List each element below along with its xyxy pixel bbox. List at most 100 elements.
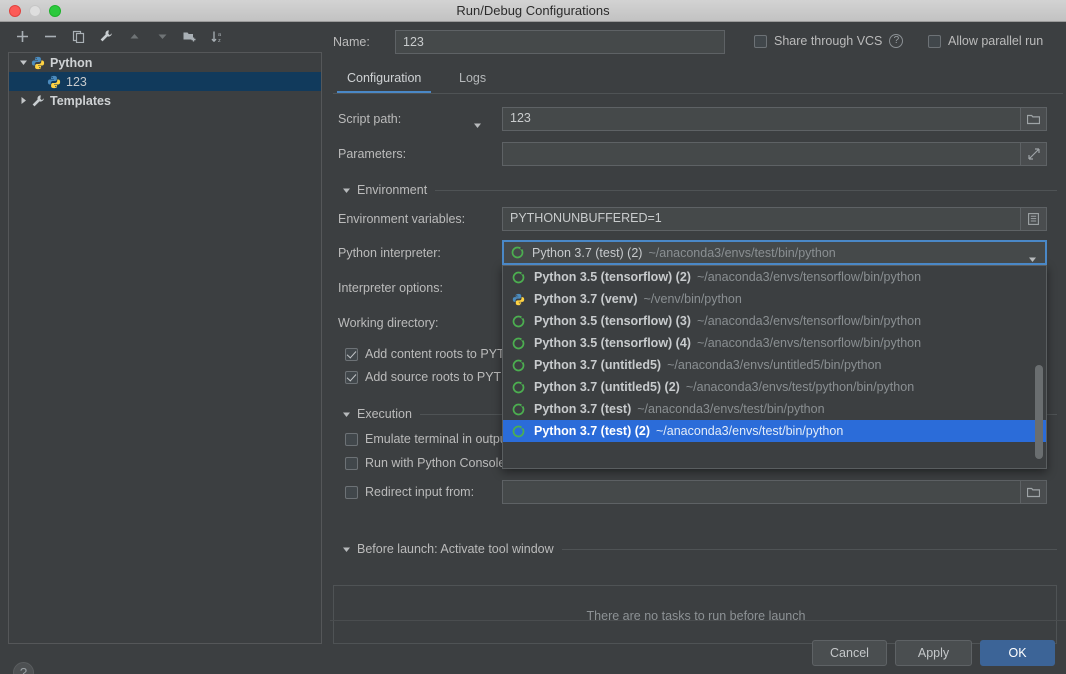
before-launch-section-header[interactable]: Before launch: Activate tool window <box>342 542 1057 556</box>
dropdown-item-name: Python 3.7 (venv) <box>534 292 638 306</box>
dropdown-item-path: ~/anaconda3/envs/tensorflow/bin/python <box>696 314 922 328</box>
configuration-tree[interactable]: Python 123 Templates <box>8 52 322 644</box>
share-through-vcs-checkbox[interactable]: Share through VCS ? <box>754 34 904 48</box>
twisty-right-icon[interactable] <box>15 96 31 105</box>
python-interpreter-combo[interactable]: Python 3.7 (test) (2) ~/anaconda3/envs/t… <box>502 240 1047 265</box>
dropdown-item-path: ~/anaconda3/envs/test/python/bin/python <box>685 380 915 394</box>
dropdown-item[interactable]: Python 3.7 (untitled5) ~/anaconda3/envs/… <box>503 354 1046 376</box>
name-input[interactable]: 123 <box>395 30 725 54</box>
working-directory-label: Working directory: <box>338 316 439 330</box>
run-debug-configurations-dialog: Run/Debug Configurations a z Python 123 … <box>0 0 1066 674</box>
run-with-python-console-label: Run with Python Console <box>365 456 506 470</box>
tree-item-label: Templates <box>50 93 111 108</box>
redirect-input-label: Redirect input from: <box>365 485 475 499</box>
dropdown-item-path: ~/anaconda3/envs/tensorflow/bin/python <box>696 270 922 284</box>
redirect-input-path-input[interactable] <box>502 480 1021 504</box>
conda-env-icon <box>511 337 526 350</box>
dropdown-item[interactable]: Python 3.7 (test) ~/anaconda3/envs/test/… <box>503 398 1046 420</box>
python-interpreter-selected-name: Python 3.7 (test) (2) <box>532 245 643 260</box>
redirect-input-browse-button[interactable] <box>1021 480 1047 504</box>
script-path-browse-button[interactable] <box>1021 107 1047 131</box>
environment-variables-edit-button[interactable] <box>1021 207 1047 231</box>
sort-button[interactable]: a z <box>204 24 232 48</box>
editor-tabs: Configuration Logs <box>333 66 1063 93</box>
dropdown-item[interactable]: Python 3.5 (tensorflow) (4) ~/anaconda3/… <box>503 332 1046 354</box>
dropdown-scrollbar-thumb[interactable] <box>1035 365 1043 459</box>
script-path-input[interactable]: 123 <box>502 107 1021 131</box>
dropdown-item-path: ~/anaconda3/envs/test/bin/python <box>637 402 825 416</box>
environment-variables-label: Environment variables: <box>338 212 466 226</box>
new-folder-button[interactable] <box>176 24 204 48</box>
dropdown-item-path: ~/anaconda3/envs/test/bin/python <box>656 424 844 438</box>
dropdown-item[interactable]: Python 3.5 (tensorflow) (2) ~/anaconda3/… <box>503 266 1046 288</box>
apply-button[interactable]: Apply <box>895 640 972 666</box>
chevron-down-icon[interactable] <box>1028 251 1037 269</box>
tab-configuration[interactable]: Configuration <box>337 66 432 93</box>
python-interpreter-selected-path: ~/anaconda3/envs/test/bin/python <box>648 245 836 260</box>
checkbox-box[interactable] <box>345 456 358 470</box>
dropdown-item[interactable]: Python 3.7 (untitled5) (2) ~/anaconda3/e… <box>503 376 1046 398</box>
environment-variables-input[interactable]: PYTHONUNBUFFERED=1 <box>502 207 1021 231</box>
section-collapse-chevron-down-icon[interactable] <box>342 545 351 554</box>
twisty-down-icon[interactable] <box>15 58 31 67</box>
configuration-editor: Name: 123 Share through VCS ? Allow para… <box>330 22 1066 674</box>
redirect-input-checkbox[interactable]: Redirect input from: <box>345 485 474 499</box>
before-launch-task-list[interactable]: There are no tasks to run before launch <box>333 585 1057 644</box>
parameters-expand-button[interactable] <box>1021 142 1047 166</box>
checkbox-box[interactable] <box>345 370 358 384</box>
tabs-divider <box>333 93 1063 94</box>
add-button[interactable] <box>8 24 36 48</box>
sidebar-toolbar: a z <box>0 22 330 50</box>
cancel-button[interactable]: Cancel <box>812 640 887 666</box>
ok-button[interactable]: OK <box>980 640 1055 666</box>
dropdown-item-selected[interactable]: Python 3.7 (test) (2) ~/anaconda3/envs/t… <box>503 420 1046 442</box>
footer-divider <box>330 620 1066 621</box>
dropdown-item[interactable]: Python 3.5 (tensorflow) (3) ~/anaconda3/… <box>503 310 1046 332</box>
section-collapse-chevron-down-icon[interactable] <box>342 186 351 195</box>
conda-env-icon <box>511 425 526 438</box>
checkbox-box[interactable] <box>345 485 358 499</box>
checkbox-box[interactable] <box>754 34 767 48</box>
dropdown-item-name: Python 3.5 (tensorflow) (3) <box>534 314 691 328</box>
checkbox-box[interactable] <box>345 347 358 361</box>
parameters-input[interactable] <box>502 142 1021 166</box>
edit-templates-button[interactable] <box>92 24 120 48</box>
checkbox-box[interactable] <box>345 432 358 446</box>
python-icon <box>47 75 61 89</box>
help-icon[interactable]: ? <box>889 34 904 48</box>
dropdown-item[interactable]: v Python 3.7 (venv) ~/venv/bin/python <box>503 288 1046 310</box>
dropdown-item-name: Python 3.7 (test) (2) <box>534 424 650 438</box>
svg-text:z: z <box>218 38 221 43</box>
conda-env-icon <box>511 315 526 328</box>
move-up-button[interactable] <box>120 24 148 48</box>
share-through-vcs-label: Share through VCS <box>774 34 883 48</box>
python-interpreter-label: Python interpreter: <box>338 246 441 260</box>
remove-button[interactable] <box>36 24 64 48</box>
interpreter-options-label: Interpreter options: <box>338 281 443 295</box>
run-with-python-console-checkbox[interactable]: Run with Python Console <box>345 456 505 470</box>
name-label: Name: <box>333 35 370 49</box>
help-button[interactable]: ? <box>13 662 34 674</box>
section-rule <box>561 548 1057 550</box>
before-launch-empty-text: There are no tasks to run before launch <box>586 608 806 623</box>
tree-item-python[interactable]: Python <box>9 53 321 72</box>
conda-env-icon <box>511 381 526 394</box>
dropdown-item-path: ~/anaconda3/envs/tensorflow/bin/python <box>696 336 922 350</box>
section-collapse-chevron-down-icon[interactable] <box>342 410 351 419</box>
tree-item-templates[interactable]: Templates <box>9 91 321 110</box>
dropdown-item-name: Python 3.7 (test) <box>534 402 632 416</box>
environment-section-header[interactable]: Environment <box>342 183 1057 197</box>
section-rule <box>435 189 1057 191</box>
window-titlebar: Run/Debug Configurations <box>0 0 1066 22</box>
tree-item-123[interactable]: 123 <box>9 72 321 91</box>
copy-button[interactable] <box>64 24 92 48</box>
allow-parallel-run-checkbox[interactable]: Allow parallel run <box>928 34 1043 48</box>
move-down-button[interactable] <box>148 24 176 48</box>
script-path-mode-chevron-down-icon[interactable] <box>473 117 482 135</box>
virtualenv-icon: v <box>511 293 526 306</box>
tab-logs[interactable]: Logs <box>449 66 496 93</box>
python-interpreter-dropdown[interactable]: Python 3.5 (tensorflow) (2) ~/anaconda3/… <box>502 265 1047 469</box>
wrench-icon <box>31 94 45 108</box>
checkbox-box[interactable] <box>928 34 941 48</box>
dropdown-item-path: ~/anaconda3/envs/untitled5/bin/python <box>667 358 882 372</box>
